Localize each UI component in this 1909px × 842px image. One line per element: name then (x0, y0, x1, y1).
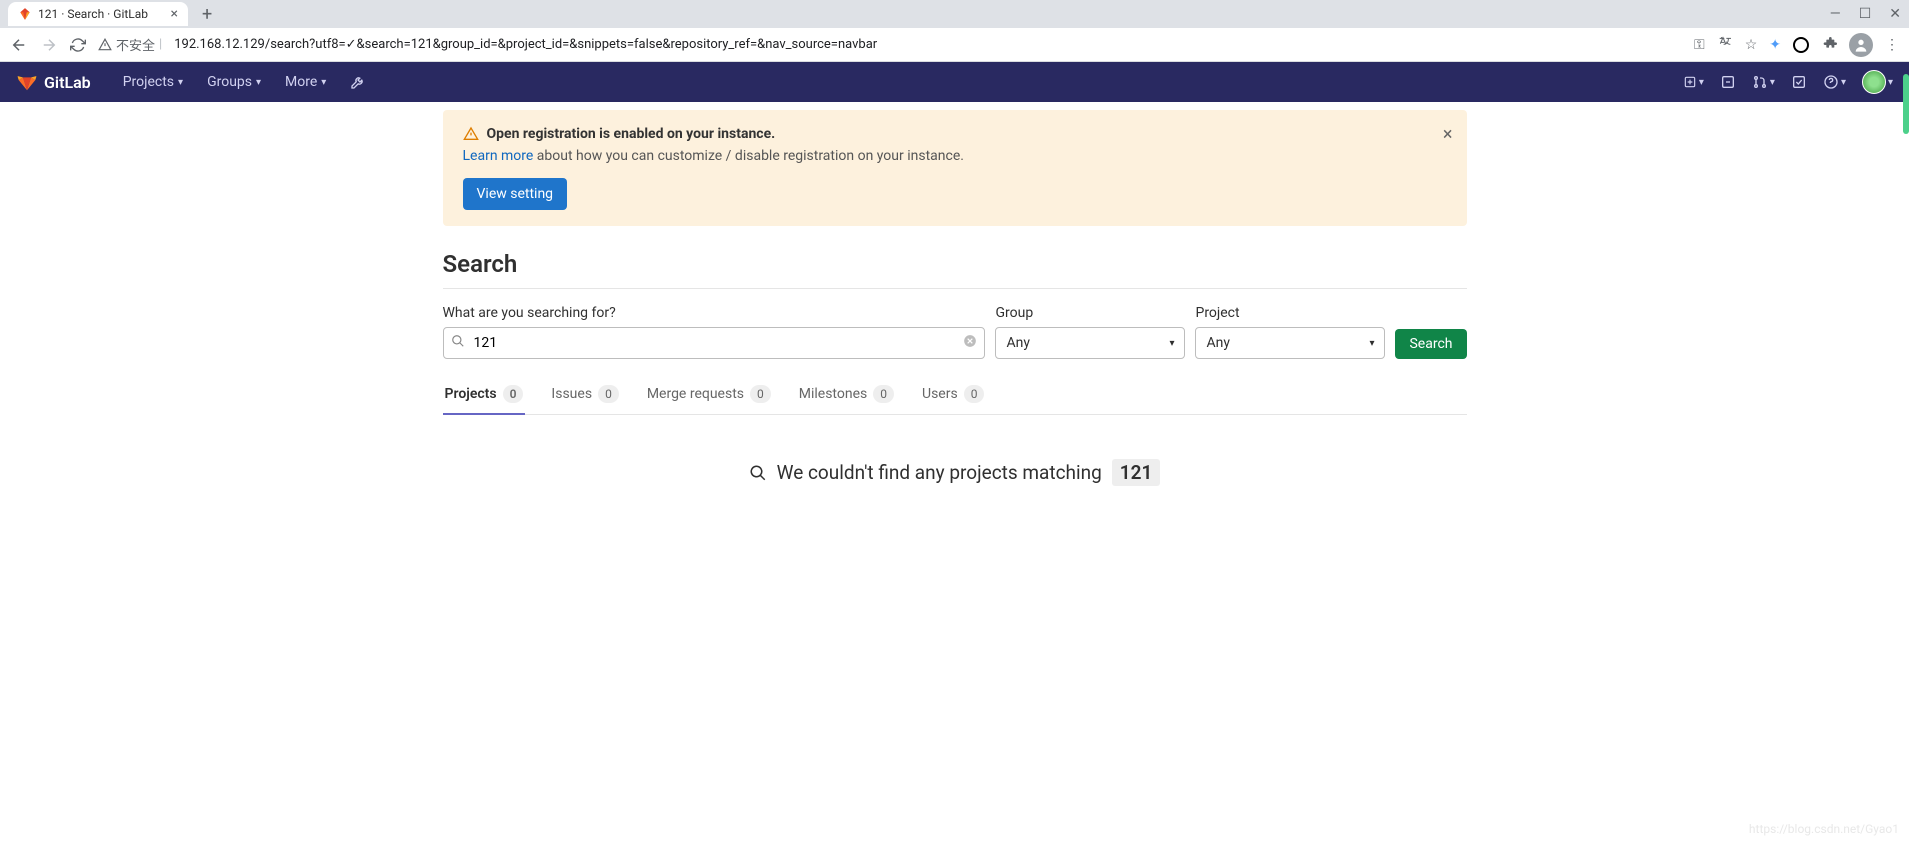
translate-icon[interactable] (1717, 35, 1733, 55)
gitlab-top-nav: GitLab Projects▾ Groups▾ More▾ ▾ ▾ ▾ ▾ (0, 62, 1909, 102)
count-badge: 0 (873, 385, 894, 403)
registration-alert: × Open registration is enabled on your i… (443, 110, 1467, 226)
url-text[interactable]: 192.168.12.129/search?utf8=✓&search=121&… (174, 37, 1682, 52)
merge-requests-icon[interactable]: ▾ (1752, 74, 1775, 90)
search-term-badge: 121 (1112, 459, 1161, 486)
count-badge: 0 (598, 385, 619, 403)
chevron-down-icon: ▾ (1169, 338, 1174, 349)
project-value: Any (1206, 335, 1230, 351)
gitlab-logo[interactable]: GitLab (16, 71, 91, 93)
close-window-button[interactable]: ✕ (1889, 6, 1901, 22)
watermark-text: https://blog.csdn.net/Gyao1 (1749, 822, 1899, 836)
search-form: What are you searching for? Group Any ▾ … (443, 305, 1467, 359)
tab-issues[interactable]: Issues0 (549, 375, 620, 415)
security-text: 不安全 (116, 35, 155, 54)
search-icon (451, 334, 465, 352)
chrome-menu-icon[interactable]: ⋮ (1885, 37, 1899, 53)
chevron-down-icon: ▾ (256, 77, 261, 88)
count-badge: 0 (750, 385, 771, 403)
no-results-text: We couldn't find any projects matching (777, 461, 1102, 484)
minimize-button[interactable]: — (1830, 6, 1841, 22)
maximize-button[interactable]: ☐ (1859, 6, 1872, 22)
back-button[interactable] (10, 36, 28, 54)
group-select[interactable]: Any ▾ (995, 327, 1185, 359)
extensions-menu-icon[interactable] (1821, 35, 1837, 55)
extension-icon-2[interactable] (1793, 37, 1809, 53)
user-menu[interactable]: ▾ (1862, 70, 1893, 94)
nav-projects[interactable]: Projects▾ (111, 62, 195, 102)
gitlab-favicon (18, 7, 32, 21)
group-label: Group (995, 305, 1185, 321)
count-badge: 0 (964, 385, 985, 403)
alert-body: Learn more about how you can customize /… (463, 148, 1447, 164)
address-bar: 不安全 | 192.168.12.129/search?utf8=✓&searc… (0, 28, 1909, 62)
chevron-down-icon: ▾ (178, 77, 183, 88)
close-tab-icon[interactable]: × (171, 6, 178, 22)
password-key-icon[interactable]: ⚿ (1694, 37, 1705, 53)
new-dropdown-icon[interactable]: ▾ (1683, 75, 1704, 89)
alert-title: Open registration is enabled on your ins… (487, 126, 776, 142)
warning-triangle-icon (463, 126, 479, 142)
bookmark-star-icon[interactable]: ☆ (1745, 37, 1758, 53)
search-icon (749, 464, 767, 482)
nav-more[interactable]: More▾ (273, 62, 338, 102)
result-tabs: Projects0 Issues0 Merge requests0 Milest… (443, 375, 1467, 415)
brand-text: GitLab (44, 73, 91, 92)
clear-input-icon[interactable] (963, 334, 977, 352)
tab-users[interactable]: Users0 (920, 375, 986, 415)
page-title: Search (443, 250, 1467, 278)
main-content: × Open registration is enabled on your i… (443, 110, 1467, 486)
search-input[interactable] (443, 327, 986, 359)
nav-admin-wrench[interactable] (338, 62, 378, 102)
project-select[interactable]: Any ▾ (1195, 327, 1385, 359)
chevron-down-icon: ▾ (321, 77, 326, 88)
view-setting-button[interactable]: View setting (463, 178, 568, 210)
chevron-down-icon: ▾ (1369, 338, 1374, 349)
scrollbar-thumb[interactable] (1903, 74, 1909, 134)
tab-milestones[interactable]: Milestones0 (797, 375, 896, 415)
search-label: What are you searching for? (443, 305, 986, 321)
todos-icon[interactable] (1791, 74, 1807, 90)
profile-avatar-icon[interactable] (1849, 33, 1873, 57)
tab-projects[interactable]: Projects0 (443, 375, 526, 415)
nav-groups[interactable]: Groups▾ (195, 62, 273, 102)
reload-button[interactable] (70, 37, 86, 53)
learn-more-link[interactable]: Learn more (463, 148, 534, 164)
project-label: Project (1195, 305, 1385, 321)
alert-body-text: about how you can customize / disable re… (533, 148, 964, 164)
help-icon[interactable]: ▾ (1823, 74, 1846, 90)
divider (443, 288, 1467, 289)
browser-tab-strip: 121 · Search · GitLab × + — ☐ ✕ (0, 0, 1909, 28)
warning-icon (98, 38, 112, 52)
extension-icon-1[interactable]: ✦ (1769, 37, 1781, 53)
browser-tab[interactable]: 121 · Search · GitLab × (8, 2, 188, 26)
security-indicator[interactable]: 不安全 | (98, 35, 162, 54)
search-button[interactable]: Search (1395, 329, 1466, 359)
issues-icon[interactable] (1720, 74, 1736, 90)
user-avatar-icon (1862, 70, 1886, 94)
wrench-icon (350, 74, 366, 90)
group-value: Any (1006, 335, 1030, 351)
new-tab-button[interactable]: + (196, 4, 218, 25)
count-badge: 0 (503, 385, 524, 403)
gitlab-tanuki-icon (16, 71, 38, 93)
alert-close-button[interactable]: × (1443, 124, 1453, 145)
window-controls: — ☐ ✕ (1830, 6, 1901, 22)
browser-tab-title: 121 · Search · GitLab (38, 7, 165, 21)
forward-button[interactable] (40, 36, 58, 54)
no-results-message: We couldn't find any projects matching 1… (443, 459, 1467, 486)
tab-merge-requests[interactable]: Merge requests0 (645, 375, 773, 415)
